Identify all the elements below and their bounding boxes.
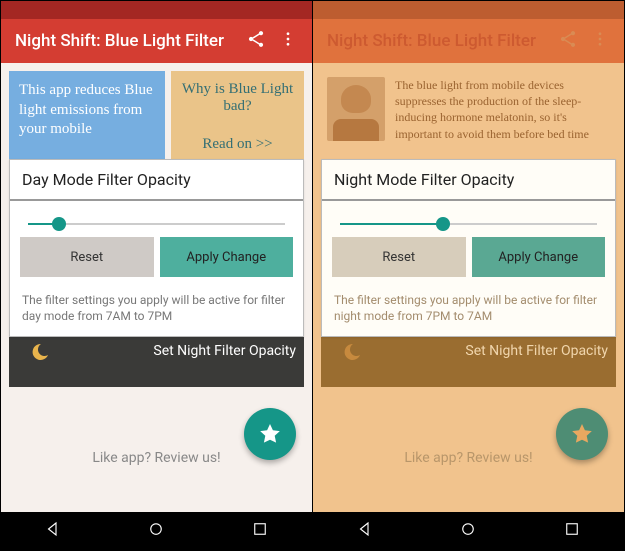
info-text: The blue light from mobile devices suppr… — [395, 77, 610, 157]
app-bar: Night Shift: Blue Light Filter — [313, 19, 624, 63]
panel-title: Day Mode Filter Opacity — [10, 160, 303, 201]
fab-star[interactable] — [244, 408, 296, 460]
nav-recent-icon[interactable] — [251, 520, 269, 542]
overflow-menu-icon[interactable] — [584, 30, 616, 53]
nav-bar — [1, 512, 312, 550]
card-question: Why is Blue Light bad? — [181, 81, 294, 115]
filter-panel: Day Mode Filter Opacity Reset Apply Chan… — [9, 159, 304, 337]
status-bar — [313, 1, 624, 19]
slider-fill — [340, 223, 443, 225]
apply-button[interactable]: Apply Change — [160, 237, 294, 277]
opacity-slider[interactable] — [10, 201, 303, 237]
opacity-slider[interactable] — [322, 201, 615, 237]
nav-home-icon[interactable] — [459, 520, 477, 542]
slider-thumb[interactable] — [436, 217, 450, 231]
nav-back-icon[interactable] — [356, 520, 374, 542]
panel-note: The filter settings you apply will be ac… — [322, 287, 615, 336]
info-card-orange[interactable]: Why is Blue Light bad? Read on >> — [171, 71, 304, 163]
night-strip[interactable]: Set Night Filter Opacity — [321, 337, 616, 387]
readon-link[interactable]: Read on >> — [181, 136, 294, 153]
filter-panel: Night Mode Filter Opacity Reset Apply Ch… — [321, 159, 616, 337]
info-card-blue: This app reduces Blue light emissions fr… — [9, 71, 165, 163]
fab-star[interactable] — [556, 408, 608, 460]
nav-recent-icon[interactable] — [563, 520, 581, 542]
author-avatar — [327, 77, 385, 141]
share-icon[interactable] — [240, 29, 272, 54]
panel-note: The filter settings you apply will be ac… — [10, 287, 303, 336]
moon-icon — [339, 341, 363, 365]
app-title: Night Shift: Blue Light Filter — [15, 31, 240, 51]
reset-button[interactable]: Reset — [332, 237, 466, 277]
slider-thumb[interactable] — [52, 217, 66, 231]
apply-button[interactable]: Apply Change — [472, 237, 606, 277]
nav-back-icon[interactable] — [44, 520, 62, 542]
app-title: Night Shift: Blue Light Filter — [327, 31, 552, 51]
nav-home-icon[interactable] — [147, 520, 165, 542]
app-bar: Night Shift: Blue Light Filter — [1, 19, 312, 63]
overflow-menu-icon[interactable] — [272, 30, 304, 53]
reset-button[interactable]: Reset — [20, 237, 154, 277]
nav-bar — [313, 512, 624, 550]
moon-icon — [27, 341, 51, 365]
night-strip[interactable]: Set Night Filter Opacity — [9, 337, 304, 387]
status-bar — [1, 1, 312, 19]
night-strip-label: Set Night Filter Opacity — [153, 343, 296, 359]
panel-title: Night Mode Filter Opacity — [322, 160, 615, 201]
night-strip-label: Set Night Filter Opacity — [465, 343, 608, 359]
share-icon[interactable] — [552, 29, 584, 54]
